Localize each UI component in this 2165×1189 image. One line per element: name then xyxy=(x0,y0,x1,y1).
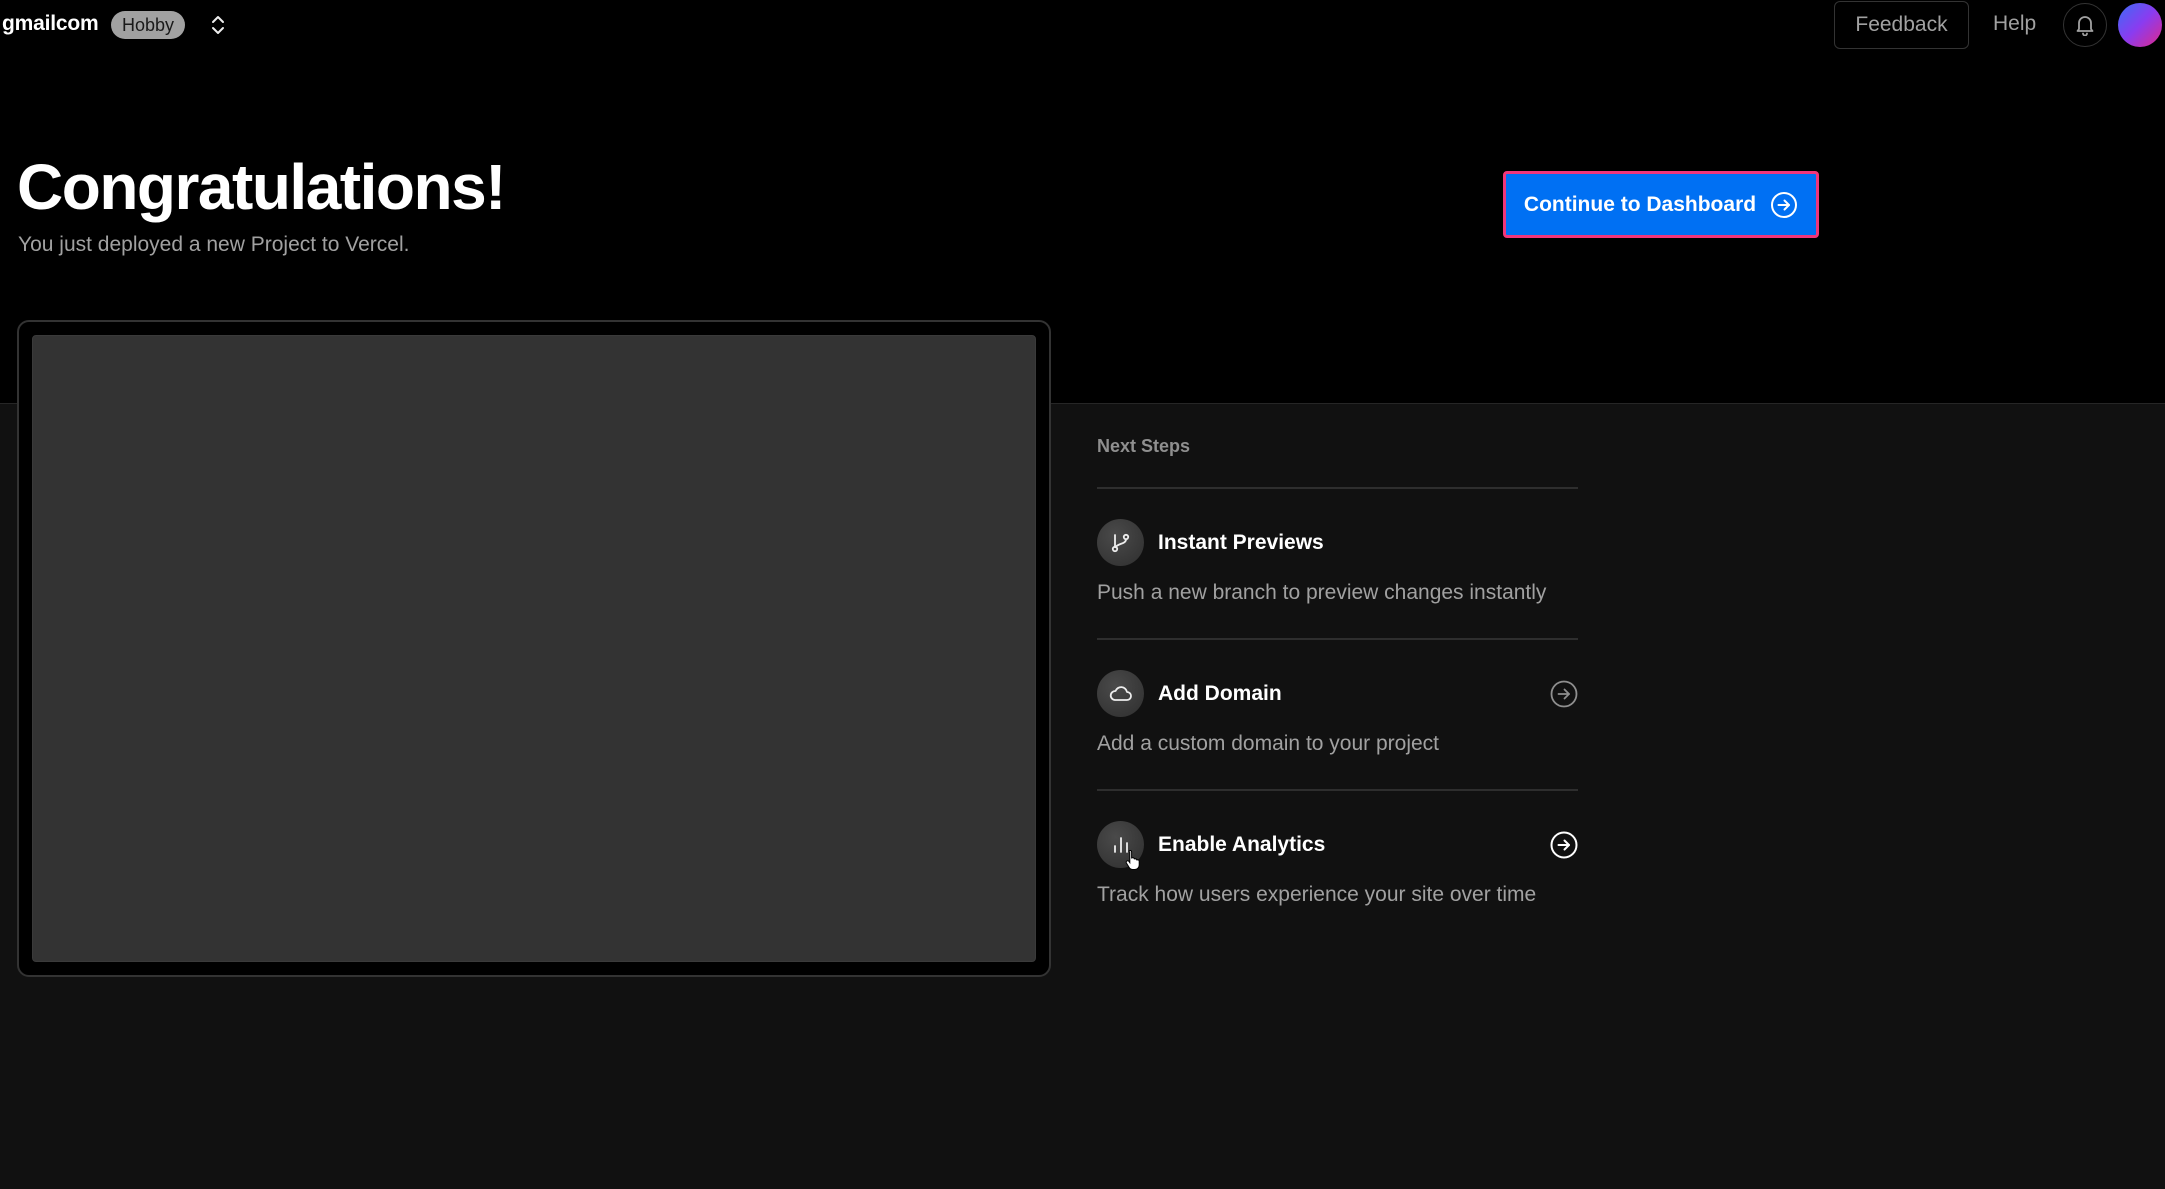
cloud-icon xyxy=(1109,685,1132,701)
feedback-button[interactable]: Feedback xyxy=(1834,1,1969,49)
next-step-add-domain[interactable]: Add Domain Add a custom domain to your p… xyxy=(1097,640,1578,791)
next-steps-panel: Next Steps Instant Previews Push a new b… xyxy=(1097,430,1578,942)
deployment-preview-frame xyxy=(17,320,1051,977)
continue-to-dashboard-button[interactable]: Continue to Dashboard xyxy=(1503,171,1819,238)
step-description: Add a custom domain to your project xyxy=(1097,732,1440,755)
bar-chart-icon xyxy=(1113,836,1128,853)
help-link[interactable]: Help xyxy=(1993,12,2036,36)
page-title: Congratulations! xyxy=(17,151,506,223)
step-title: Instant Previews xyxy=(1158,531,1324,554)
continue-label: Continue to Dashboard xyxy=(1523,192,1757,216)
page-subtitle: You just deployed a new Project to Verce… xyxy=(18,233,410,256)
chevron-up-down-icon xyxy=(212,16,224,34)
next-steps-title: Next Steps xyxy=(1097,430,1578,489)
notifications-button[interactable] xyxy=(2063,3,2107,47)
plan-badge: Hobby xyxy=(111,11,186,39)
step-description: Track how users experience your site ove… xyxy=(1097,883,1537,906)
next-step-enable-analytics[interactable]: Enable Analytics Track how users experie… xyxy=(1097,791,1578,942)
arrow-right-circle-icon[interactable] xyxy=(1550,680,1578,708)
step-icon-container xyxy=(1097,821,1144,868)
arrow-right-circle-icon xyxy=(1771,191,1798,218)
team-name[interactable]: gmailcom xyxy=(2,12,99,36)
team-switcher-button[interactable] xyxy=(207,10,229,40)
avatar[interactable] xyxy=(2118,3,2162,47)
git-branch-icon xyxy=(1111,533,1129,552)
bell-icon xyxy=(2076,16,2094,36)
step-description: Push a new branch to preview changes ins… xyxy=(1097,581,1547,604)
step-title: Add Domain xyxy=(1158,682,1282,705)
next-step-instant-previews[interactable]: Instant Previews Push a new branch to pr… xyxy=(1097,489,1578,640)
deployment-preview-screenshot[interactable] xyxy=(32,335,1036,962)
step-icon-container xyxy=(1097,519,1144,566)
top-nav: gmailcom Hobby Feedback Help xyxy=(0,0,2165,50)
step-title: Enable Analytics xyxy=(1158,833,1326,856)
step-icon-container xyxy=(1097,670,1144,717)
arrow-right-circle-icon[interactable] xyxy=(1550,831,1578,859)
